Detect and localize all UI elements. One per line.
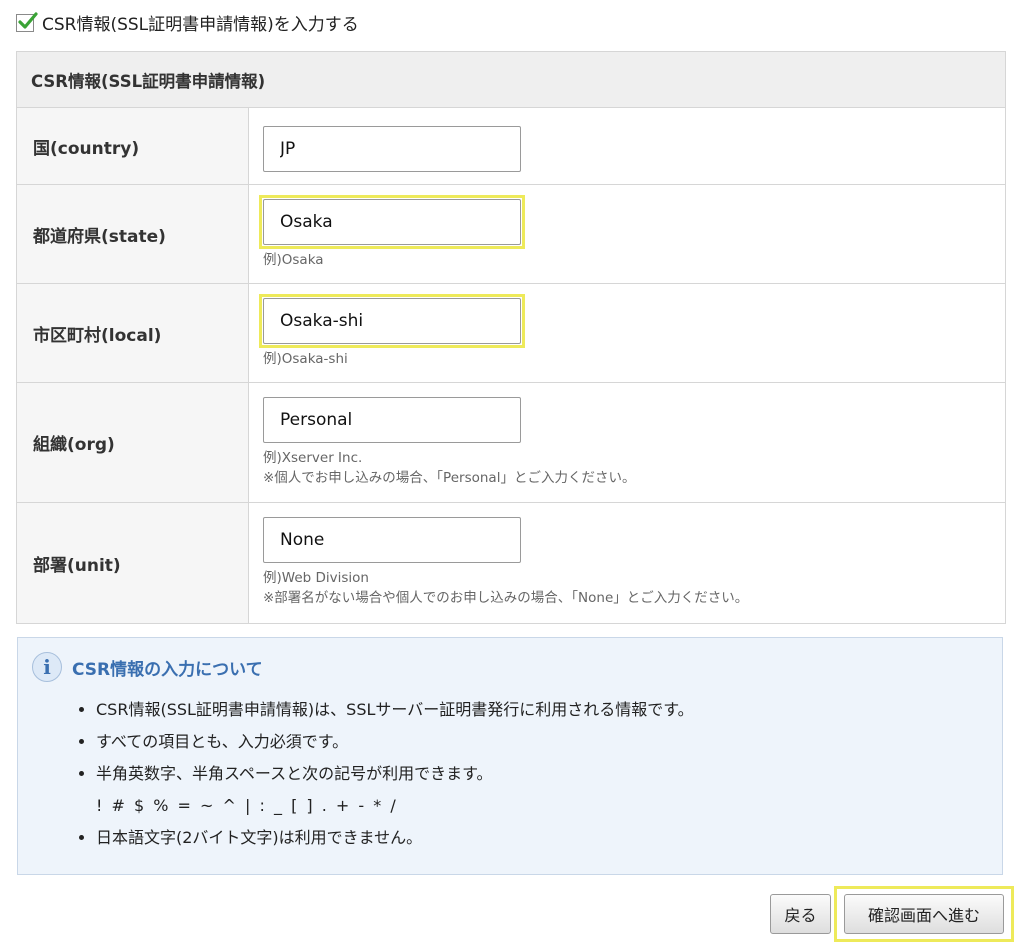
csr-checkbox-label: CSR情報(SSL証明書申請情報)を入力する (42, 15, 359, 35)
info-list: CSR情報(SSL証明書申請情報)は、SSLサーバー証明書発行に利用される情報で… (76, 694, 976, 854)
info-panel: i CSR情報の入力について CSR情報(SSL証明書申請情報)は、SSLサーバ… (17, 637, 1003, 875)
info-item: 半角英数字、半角スペースと次の記号が利用できます。 (96, 758, 976, 790)
local-input[interactable] (263, 298, 521, 344)
form-row-country: 国(country) (16, 107, 1006, 185)
checkmark-icon (18, 11, 38, 29)
info-title: CSR情報の入力について (72, 659, 263, 680)
unit-input[interactable] (263, 517, 521, 563)
unit-example: 例)Web Division (263, 570, 369, 586)
form-row-state: 都道府県(state) 例)Osaka (16, 184, 1006, 284)
org-label: 組織(org) (16, 382, 249, 503)
csr-checkbox[interactable] (16, 11, 38, 32)
state-input[interactable] (263, 199, 521, 245)
state-example: 例)Osaka (263, 252, 324, 268)
next-button-highlight: 確認画面へ進む (834, 886, 1014, 942)
local-label: 市区町村(local) (16, 283, 249, 383)
allowed-symbols: ! # $ % = ~ ^ | : _ [ ] . + - * / (96, 796, 398, 815)
state-label: 都道府県(state) (16, 184, 249, 284)
form-heading: CSR情報(SSL証明書申請情報) (16, 51, 1006, 108)
info-item: すべての項目とも、入力必須です。 (96, 726, 976, 758)
country-input[interactable] (263, 126, 521, 172)
info-icon: i (32, 652, 62, 682)
confirm-button[interactable]: 確認画面へ進む (844, 894, 1004, 934)
unit-note: ※部署名がない場合や個人でのお申し込みの場合、「None」とご入力ください。 (263, 590, 749, 606)
back-button[interactable]: 戻る (770, 894, 831, 934)
info-item: 日本語文字(2バイト文字)は利用できません。 (96, 822, 976, 854)
unit-label: 部署(unit) (16, 502, 249, 624)
info-item: CSR情報(SSL証明書申請情報)は、SSLサーバー証明書発行に利用される情報で… (96, 694, 976, 726)
local-example: 例)Osaka-shi (263, 351, 348, 367)
country-label: 国(country) (16, 107, 249, 185)
form-row-unit: 部署(unit) 例)Web Division ※部署名がない場合や個人でのお申… (16, 502, 1006, 624)
form-row-org: 組織(org) 例)Xserver Inc. ※個人でお申し込みの場合、「Per… (16, 382, 1006, 503)
info-title-row: i CSR情報の入力について (32, 652, 263, 682)
org-note: ※個人でお申し込みの場合、「Personal」とご入力ください。 (263, 470, 636, 486)
local-input-highlight (259, 294, 525, 348)
org-input[interactable] (263, 397, 521, 443)
csr-checkbox-row[interactable]: CSR情報(SSL証明書申請情報)を入力する (16, 10, 359, 35)
state-input-highlight (259, 195, 525, 249)
org-example: 例)Xserver Inc. (263, 450, 363, 466)
form-row-local: 市区町村(local) 例)Osaka-shi (16, 283, 1006, 383)
csr-form-table: CSR情報(SSL証明書申請情報) 国(country) 都道府県(state)… (16, 51, 1006, 624)
